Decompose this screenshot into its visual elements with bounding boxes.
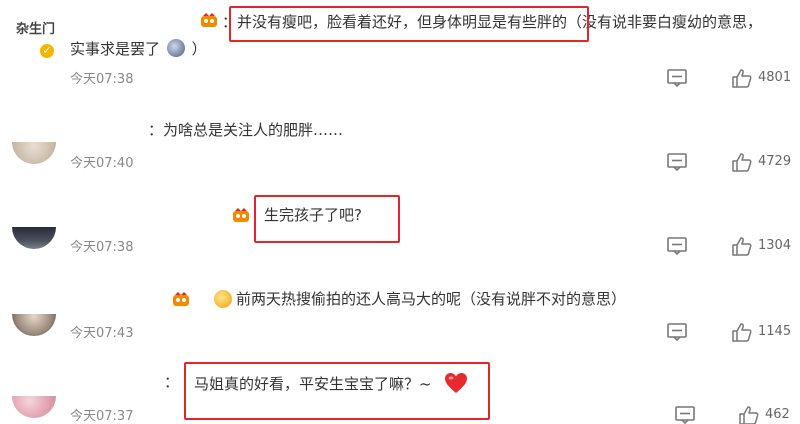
comment-time: 今天07:43 xyxy=(70,326,134,341)
thumbs-up-icon[interactable] xyxy=(731,322,753,342)
emoji-face-icon xyxy=(214,290,232,308)
comment-time: 今天07:38 xyxy=(70,240,134,255)
like-count: 1304 xyxy=(758,238,792,253)
comment-item: ：为啥总是关注人的肥胖…… 今天07:40 4729 xyxy=(0,110,800,185)
thumbs-up-icon[interactable] xyxy=(731,152,753,172)
comment-time: 今天07:40 xyxy=(70,156,134,171)
comment-text-line2: 实事求是罢了 ） xyxy=(70,37,207,61)
highlight-box xyxy=(184,362,490,420)
highlight-box xyxy=(229,6,589,42)
comment-item: 前两天热搜偷拍的还人高马大的呢（没有说胖不对的意思） 今天07:43 1145 xyxy=(0,282,800,352)
comment-text: 前两天热搜偷拍的还人高马大的呢（没有说胖不对的意思） xyxy=(236,290,627,308)
avatar[interactable] xyxy=(12,142,56,164)
comment-colon: ： xyxy=(164,373,180,391)
crown-badge-icon xyxy=(201,13,217,27)
comment-icon[interactable] xyxy=(666,322,688,342)
comment-icon[interactable] xyxy=(666,68,688,88)
like-count: 4729 xyxy=(758,154,792,169)
highlight-box xyxy=(254,195,400,243)
avatar[interactable] xyxy=(12,396,56,418)
crown-badge-icon xyxy=(233,208,249,222)
comment-icon[interactable] xyxy=(666,152,688,172)
avatar[interactable] xyxy=(12,227,56,249)
avatar[interactable] xyxy=(12,314,56,336)
thumbs-up-icon[interactable] xyxy=(731,68,753,88)
comment-icon[interactable] xyxy=(674,405,696,424)
comment-username[interactable]: 杂生门 xyxy=(16,18,55,42)
like-count: 462 xyxy=(765,407,790,422)
comment-time: 今天07:38 xyxy=(70,72,134,87)
like-count: 1145 xyxy=(758,324,792,339)
comment-item: 杂生门 ✓ ：并没有瘦吧，脸看着还好，但身体明显是有些胖的（没有说非要白瘦幼的意… xyxy=(0,0,800,88)
comment-text-part: ） xyxy=(191,40,207,58)
comment-item: 生完孩子了吧? 今天07:38 1304 xyxy=(0,195,800,265)
comment-item: ： 马姐真的好看，平安生宝宝了嘛？~ 今天07:37 462 xyxy=(0,360,800,424)
emoji-face-icon xyxy=(166,39,185,57)
crown-badge-icon xyxy=(173,292,189,306)
comment-text: ：为啥总是关注人的肥胖…… xyxy=(148,121,344,139)
verified-badge-icon: ✓ xyxy=(38,42,56,60)
comment-time: 今天07:37 xyxy=(70,409,134,424)
comment-icon[interactable] xyxy=(666,236,688,256)
comment-text-part: 实事求是罢了 xyxy=(70,40,161,58)
thumbs-up-icon[interactable] xyxy=(738,405,760,424)
thumbs-up-icon[interactable] xyxy=(731,236,753,256)
like-count: 4801 xyxy=(758,70,792,85)
